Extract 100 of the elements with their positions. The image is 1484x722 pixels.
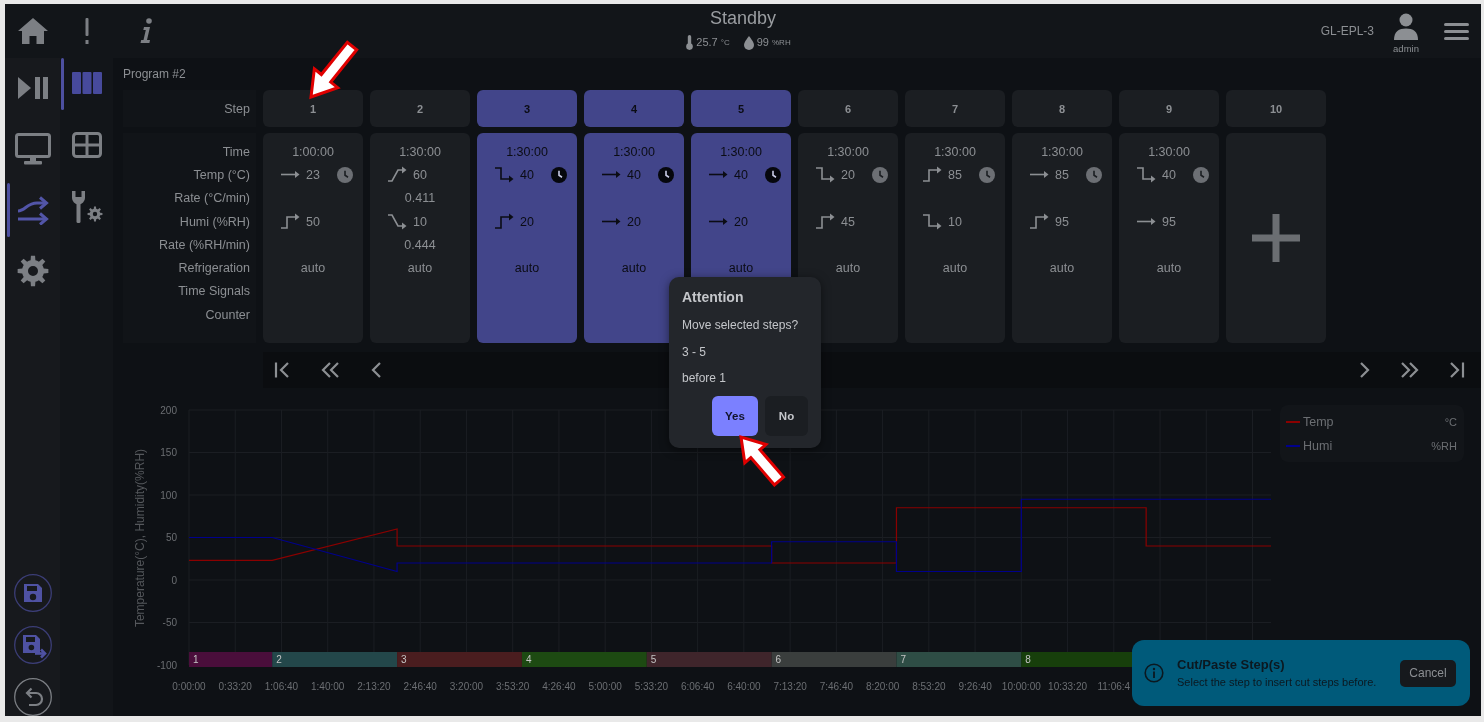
menu-icon[interactable] bbox=[1444, 22, 1469, 40]
dialog-button[interactable]: Yes bbox=[712, 396, 758, 436]
grid-icon[interactable] bbox=[71, 132, 102, 158]
bar-chevron-right-icon[interactable] bbox=[1447, 361, 1465, 379]
axis-tick-label: 3:53:20 bbox=[496, 681, 530, 692]
row-label: Step bbox=[224, 101, 250, 116]
axis-tick-label: 8:53:20 bbox=[912, 681, 946, 692]
refrigeration-value: auto bbox=[407, 261, 433, 276]
ramp-down-icon bbox=[387, 213, 407, 231]
axis-tick-label: 7:13:20 bbox=[773, 681, 807, 692]
refrigeration-value: auto bbox=[1049, 261, 1075, 276]
time-value: 1:30:00 bbox=[1041, 144, 1083, 159]
rate-value: 0.411 bbox=[404, 191, 436, 206]
axis-tick-label: 200 bbox=[160, 404, 177, 416]
refrigeration-value: auto bbox=[942, 261, 968, 276]
step-header[interactable]: 9 bbox=[1119, 90, 1219, 127]
ramp-up-icon bbox=[387, 166, 407, 184]
add-step-button[interactable] bbox=[1226, 133, 1326, 343]
humidity-value: 95 bbox=[1162, 214, 1176, 229]
bar-chevron-left-icon[interactable] bbox=[274, 361, 292, 379]
humidity-value: 45 bbox=[841, 214, 855, 229]
callout-arrow bbox=[737, 433, 787, 489]
temp-value: 85 bbox=[1055, 167, 1069, 182]
temp-value: 20 bbox=[841, 167, 855, 182]
user-icon[interactable] bbox=[1393, 12, 1419, 41]
axis-tick-label: 50 bbox=[165, 532, 177, 543]
row-label: Humi (%RH) bbox=[179, 214, 250, 229]
info-icon bbox=[1144, 663, 1164, 683]
row-label: Time Signals bbox=[178, 284, 250, 299]
temperature-reading: 25.7 bbox=[696, 36, 718, 49]
axis-tick-label: 7:46:40 bbox=[819, 681, 854, 692]
temp-value: 85 bbox=[948, 167, 962, 182]
refrigeration-value: auto bbox=[728, 261, 754, 276]
humidity-reading: 99 bbox=[756, 36, 769, 49]
columns-icon[interactable] bbox=[71, 72, 102, 94]
wrench-gear-icon[interactable] bbox=[70, 190, 103, 224]
info-icon[interactable] bbox=[139, 18, 153, 44]
monitor-icon[interactable] bbox=[14, 133, 51, 165]
cancel-button[interactable]: Cancel bbox=[1400, 659, 1456, 687]
axis-tick-label: -100 bbox=[157, 659, 177, 671]
step-card[interactable]: 1:30:00 60 0.411 10 0.444 auto bbox=[370, 133, 470, 343]
humidity-value: 20 bbox=[627, 214, 641, 229]
double-chevron-left-icon[interactable] bbox=[321, 361, 339, 379]
time-value: 1:30:00 bbox=[506, 144, 548, 159]
step-card[interactable]: 1:30:00 85 10 auto bbox=[905, 133, 1005, 343]
step-header[interactable]: 10 bbox=[1226, 90, 1326, 127]
axis-tick-label: 6:06:40 bbox=[680, 681, 715, 692]
humidity-value: 10 bbox=[948, 214, 962, 229]
time-value: 1:30:00 bbox=[827, 144, 869, 159]
legend-label: Humi bbox=[1303, 439, 1333, 453]
temp-value: 40 bbox=[627, 167, 641, 182]
save-as-icon[interactable] bbox=[13, 626, 52, 664]
undo-icon[interactable] bbox=[13, 678, 52, 716]
settings-icon[interactable] bbox=[16, 255, 49, 287]
step-card[interactable]: 1:30:00 20 45 auto bbox=[798, 133, 898, 343]
axis-title: Temperature(°C), Humidity(%RH) bbox=[133, 448, 147, 628]
double-chevron-right-icon[interactable] bbox=[1401, 361, 1419, 379]
step-header[interactable]: 8 bbox=[1012, 90, 1112, 127]
row-label: Refrigeration bbox=[178, 261, 250, 276]
axis-tick-label: 8:20:00 bbox=[865, 681, 900, 692]
humidity-value: 50 bbox=[306, 214, 320, 229]
user-name: admin bbox=[1393, 42, 1419, 54]
humidity-unit: %RH bbox=[772, 37, 791, 49]
step-header[interactable]: 2 bbox=[370, 90, 470, 127]
arrows-icon[interactable] bbox=[16, 195, 49, 225]
temperature-unit: °C bbox=[720, 37, 730, 49]
home-icon[interactable] bbox=[16, 17, 49, 45]
axis-tick-label: 2:13:20 bbox=[357, 681, 391, 692]
axis-tick-label: 0:33:20 bbox=[218, 681, 252, 692]
band-label: 4 bbox=[525, 654, 532, 665]
step-card[interactable]: 1:00:00 23 50 auto bbox=[263, 133, 363, 343]
axis-tick-label: 2:46:40 bbox=[403, 681, 437, 692]
step-header[interactable]: 6 bbox=[798, 90, 898, 127]
temp-value: 40 bbox=[734, 167, 748, 182]
active-indicator bbox=[7, 183, 10, 237]
legend-label: Temp bbox=[1303, 415, 1334, 429]
legend-unit: %RH bbox=[1431, 440, 1457, 452]
band-label: 5 bbox=[650, 654, 657, 665]
temp-value: 60 bbox=[413, 167, 427, 182]
step-down-icon bbox=[815, 166, 835, 184]
status-title: Standby bbox=[709, 7, 776, 29]
axis-tick-label: 10:33:20 bbox=[1048, 681, 1087, 692]
step-header[interactable]: 1 bbox=[263, 90, 363, 127]
save-icon[interactable] bbox=[13, 574, 52, 612]
humidity-value: 10 bbox=[413, 214, 427, 229]
dialog-range-text: 3 - 5 bbox=[682, 344, 706, 361]
play-pause-icon[interactable] bbox=[16, 76, 49, 100]
refrigeration-value: auto bbox=[300, 261, 326, 276]
legend-unit: °C bbox=[1444, 416, 1457, 428]
step-card[interactable]: 1:30:00 40 95 auto bbox=[1119, 133, 1219, 343]
band-label: 8 bbox=[1025, 654, 1031, 665]
rate-value: 0.444 bbox=[404, 237, 436, 252]
alert-icon[interactable] bbox=[83, 18, 90, 44]
band-label: 6 bbox=[775, 654, 782, 665]
plus-icon bbox=[1252, 214, 1300, 262]
dialog-button[interactable]: No bbox=[765, 396, 808, 436]
program-title: Program #2 bbox=[123, 67, 186, 81]
step-card[interactable]: 1:30:00 85 95 auto bbox=[1012, 133, 1112, 343]
step-up-icon bbox=[815, 213, 835, 231]
step-header[interactable]: 7 bbox=[905, 90, 1005, 127]
